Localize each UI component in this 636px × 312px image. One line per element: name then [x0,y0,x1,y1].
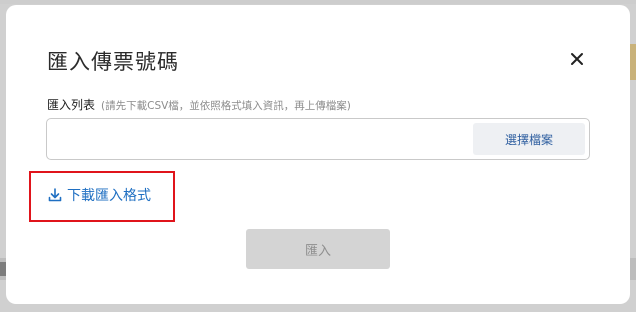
file-input[interactable]: 選擇檔案 [46,118,590,160]
download-template-label: 下載匯入格式 [67,188,151,204]
import-voucher-dialog: 匯入傳票號碼 匯入列表 (請先下載CSV檔，並依照格式填入資訊，再上傳檔案) 選擇… [6,5,630,304]
dialog-title: 匯入傳票號碼 [47,50,179,74]
background-top-strip [0,0,636,4]
import-submit-button[interactable]: 匯入 [246,229,390,269]
close-icon [571,53,583,65]
import-list-label-text: 匯入列表 [47,98,96,112]
choose-file-button[interactable]: 選擇檔案 [473,123,585,155]
import-list-hint: (請先下載CSV檔，並依照格式填入資訊，再上傳檔案) [101,100,351,112]
close-button[interactable] [566,48,588,70]
download-icon [48,188,62,202]
download-template-link[interactable]: 下載匯入格式 [47,185,151,205]
background-panel-edge [630,44,636,80]
import-list-label: 匯入列表 (請先下載CSV檔，並依照格式填入資訊，再上傳檔案) [47,96,351,113]
